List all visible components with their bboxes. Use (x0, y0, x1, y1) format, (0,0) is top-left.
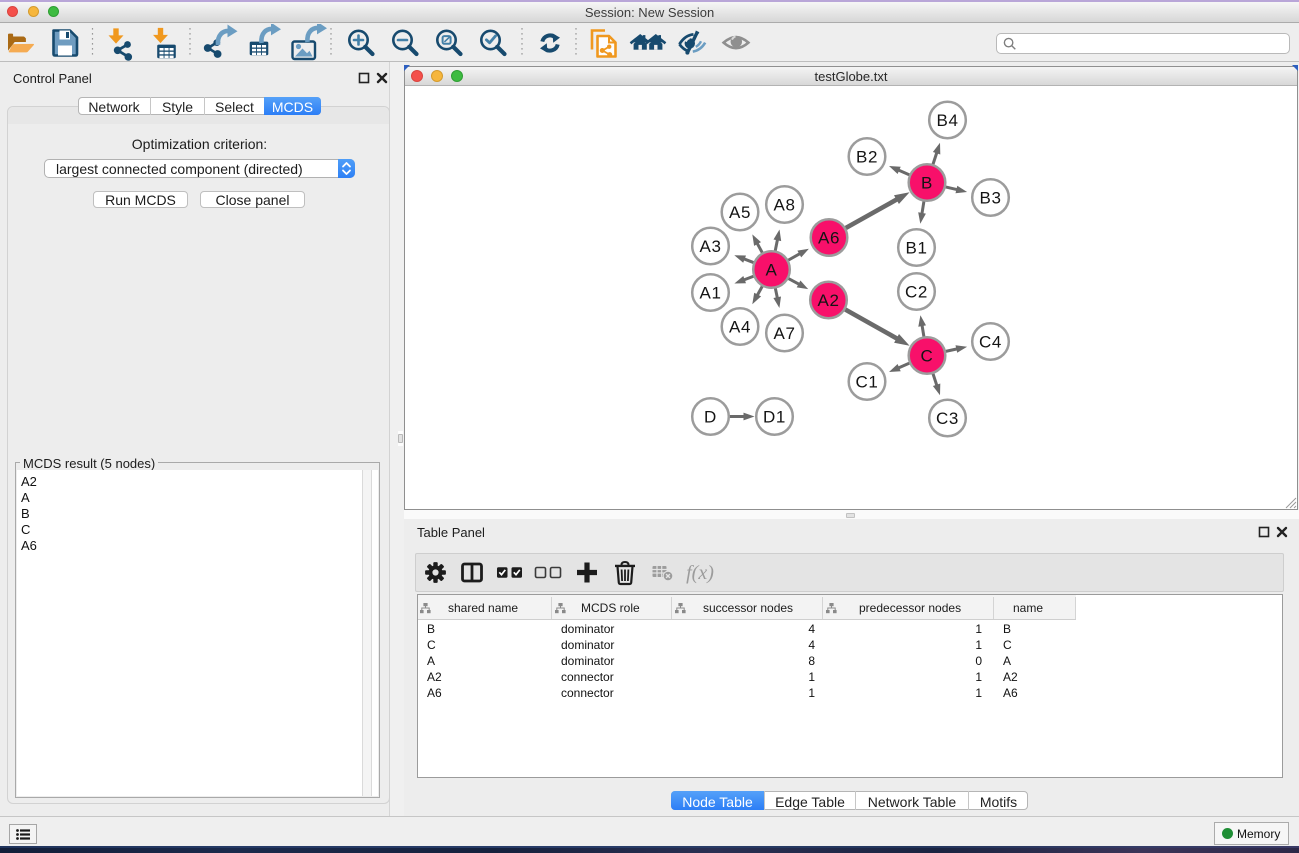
svg-text:B: B (921, 173, 933, 192)
svg-text:C3: C3 (936, 409, 959, 428)
svg-text:D: D (704, 407, 717, 426)
svg-text:C4: C4 (979, 332, 1002, 351)
svg-text:A2: A2 (818, 291, 840, 310)
svg-text:A6: A6 (818, 228, 840, 247)
svg-text:C2: C2 (905, 282, 928, 301)
svg-text:f(x): f(x) (686, 562, 714, 584)
svg-text:A5: A5 (729, 203, 751, 222)
svg-text:B1: B1 (906, 238, 928, 257)
svg-text:B4: B4 (937, 111, 959, 130)
svg-text:C1: C1 (856, 372, 879, 391)
svg-text:A4: A4 (729, 317, 751, 336)
svg-text:C: C (921, 346, 934, 365)
svg-text:A: A (766, 260, 778, 279)
svg-text:A7: A7 (774, 324, 796, 343)
svg-text:A8: A8 (774, 195, 796, 214)
svg-text:B3: B3 (980, 188, 1002, 207)
svg-text:A1: A1 (700, 283, 722, 302)
svg-text:B2: B2 (856, 147, 878, 166)
svg-text:D1: D1 (763, 407, 786, 426)
svg-text:A3: A3 (700, 237, 722, 256)
